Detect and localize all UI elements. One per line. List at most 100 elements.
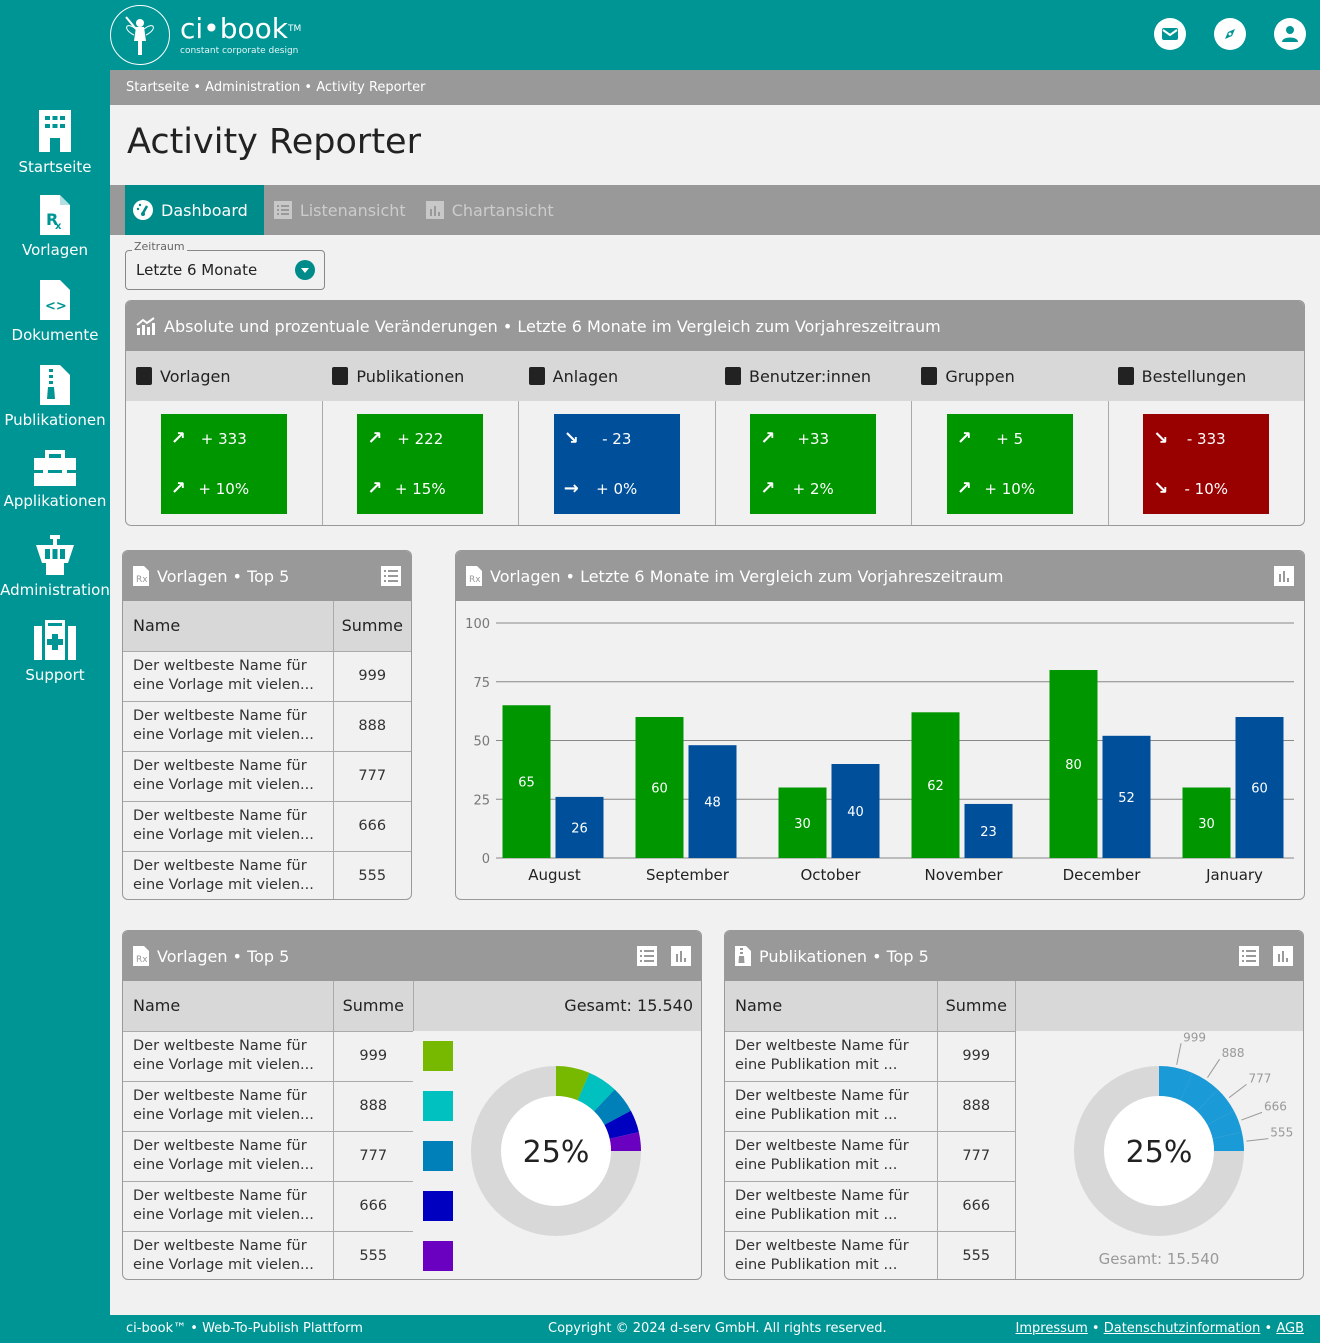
slice-label: 888 [1222,1046,1245,1060]
table-row[interactable]: Der weltbeste Name für eine Vorlage mit v… [123,650,411,701]
dashboard-icon [133,200,153,220]
kpi-box[interactable]: ↗ + 5 ↗ + 10% [946,413,1073,514]
kpi-abs-value: +33 [797,429,830,448]
row-sum: 777 [936,1130,1015,1181]
leader-line [1207,1058,1221,1078]
chart-view-icon[interactable] [1274,566,1294,586]
row-name: Der weltbeste Name für eine Vorlage mit v… [123,650,333,701]
kpi-panel: Absolute und prozentuale Veränderungen •… [125,300,1305,526]
sidebar-item-label: Startseite [18,158,92,176]
agb-link[interactable]: AGB [1276,1321,1304,1336]
x-tick-label: October [800,866,861,884]
kpi-abs-value: + 222 [397,429,444,448]
kpi-box[interactable]: ↘ - 23 → + 0% [553,413,680,514]
kpi-box[interactable]: ↗ + 333 ↗ + 10% [160,413,287,514]
table-row[interactable]: Der weltbeste Name für eine Vorlage mit v… [123,1080,413,1131]
row-sum: 555 [936,1230,1015,1279]
chart-view-icon[interactable] [671,946,691,966]
kpi-pct-value: + 0% [596,479,638,498]
slice-label: 777 [1249,1071,1272,1085]
user-icon[interactable] [1274,18,1306,50]
medical-kit-icon [34,620,76,660]
impressum-link[interactable]: Impressum [1016,1321,1088,1336]
x-tick-label: December [1063,866,1142,884]
kpi-box[interactable]: ↘ - 333 ↘ - 10% [1143,413,1270,514]
kpi-label-0: Vorlagen [126,351,322,401]
table-row[interactable]: Der weltbeste Name für eine Publikation m… [725,1030,1015,1081]
footer-left: ci-book™ • Web-To-Publish Plattform [126,1321,363,1336]
compass-icon[interactable] [1214,18,1246,50]
table-row[interactable]: Der weltbeste Name für eine Vorlage mit v… [123,850,411,899]
building-icon [39,110,71,152]
sidebar-item-dokumente[interactable]: <> Dokumente [0,280,110,365]
datenschutz-link[interactable]: Datenschutzinformation [1104,1321,1261,1336]
svg-text:x: x [55,221,62,232]
panel-header: Publikationen • Top 5 [725,931,1303,981]
list-view-icon[interactable] [637,946,657,966]
col-name[interactable]: Name [123,601,333,651]
col-name[interactable]: Name [725,981,937,1031]
row-name: Der weltbeste Name für eine Vorlage mit v… [123,1180,333,1231]
table-row[interactable]: Der weltbeste Name für eine Publikation m… [725,1080,1015,1131]
kpi-box[interactable]: ↗ + 222 ↗ + 15% [357,413,484,514]
svg-text:<>: <> [45,299,67,314]
list-view-icon[interactable] [1239,946,1259,966]
col-name[interactable]: Name [123,981,333,1031]
col-sum[interactable]: Summe [936,981,1015,1031]
atom-icon [528,367,545,385]
row-sum: 999 [332,1030,413,1081]
row-name: Der weltbeste Name für eine Vorlage mit v… [123,700,333,751]
chevron-down-icon[interactable] [295,260,315,280]
kpi-pct-value: + 10% [198,479,250,498]
table-row[interactable]: Der weltbeste Name für eine Vorlage mit v… [123,700,411,751]
sidebar-item-startseite[interactable]: Startseite [0,110,110,195]
mail-icon[interactable] [1154,18,1186,50]
kpi-pct-value: + 15% [394,479,446,498]
table-row[interactable]: Der weltbeste Name für eine Vorlage mit v… [123,800,411,851]
sidebar-item-publikationen[interactable]: Publikationen [0,365,110,450]
table-row[interactable]: Der weltbeste Name für eine Publikation m… [725,1230,1015,1279]
zeitraum-select[interactable]: Zeitraum Letzte 6 Monate [125,240,325,290]
y-tick-label: 50 [473,735,490,750]
table-row[interactable]: Der weltbeste Name für eine Vorlage mit v… [123,750,411,801]
table-row[interactable]: Der weltbeste Name für eine Vorlage mit v… [123,1230,413,1279]
table-row[interactable]: Der weltbeste Name für eine Publikation m… [725,1130,1015,1181]
tab-bar: Dashboard Listenansicht Chartansicht [110,185,1320,235]
col-sum[interactable]: Summe [332,601,411,651]
bar-value-label: 30 [794,817,811,832]
fairy-logo-icon [110,5,170,65]
row-sum: 777 [332,1130,413,1181]
template-file-icon: Rx [133,566,149,586]
table-row[interactable]: Der weltbeste Name für eine Vorlage mit v… [123,1130,413,1181]
table-row[interactable]: Der weltbeste Name für eine Vorlage mit v… [123,1030,413,1081]
total-label: Gesamt: 15.540 [413,981,701,1031]
sidebar-item-applikationen[interactable]: Applikationen [0,450,110,535]
panel-header: Rx Vorlagen • Top 5 [123,931,701,981]
row-sum: 888 [332,700,411,751]
row-name: Der weltbeste Name für eine Publikation m… [725,1030,937,1081]
kpi-box[interactable]: ↗ +33 ↗ + 2% [750,413,877,514]
zip-file-icon [735,946,751,966]
donut-chart-publikationen: 999 888 777 666 555 25% Gesamt: 15.540 [1074,1031,1293,1268]
list-icon [273,201,292,219]
table-row[interactable]: Der weltbeste Name für eine Publikation m… [725,1180,1015,1231]
tab-chartansicht[interactable]: Chartansicht [416,185,564,235]
y-tick-label: 100 [465,617,490,632]
sidebar-item-vorlagen[interactable]: Rx Vorlagen [0,195,110,280]
tab-dashboard[interactable]: Dashboard [125,185,264,235]
panel-header: Rx Vorlagen • Top 5 [123,551,411,601]
sidebar-item-label: Applikationen [3,492,107,510]
logo[interactable]: ci•bookTM constant corporate design [110,5,301,65]
kpi-pct-value: + 10% [984,479,1036,498]
row-name: Der weltbeste Name für eine Publikation m… [725,1130,937,1181]
bar-value-label: 52 [1118,791,1135,806]
tab-listenansicht[interactable]: Listenansicht [264,185,416,235]
separator: • [1260,1321,1277,1336]
table-row[interactable]: Der weltbeste Name für eine Vorlage mit v… [123,1180,413,1231]
list-view-icon[interactable] [381,566,401,586]
breadcrumb[interactable]: Startseite • Administration • Activity R… [110,70,1320,105]
sidebar-item-support[interactable]: Support [0,620,110,705]
col-sum[interactable]: Summe [332,981,413,1031]
chart-view-icon[interactable] [1273,946,1293,966]
sidebar-item-administration[interactable]: Administration [0,535,110,620]
